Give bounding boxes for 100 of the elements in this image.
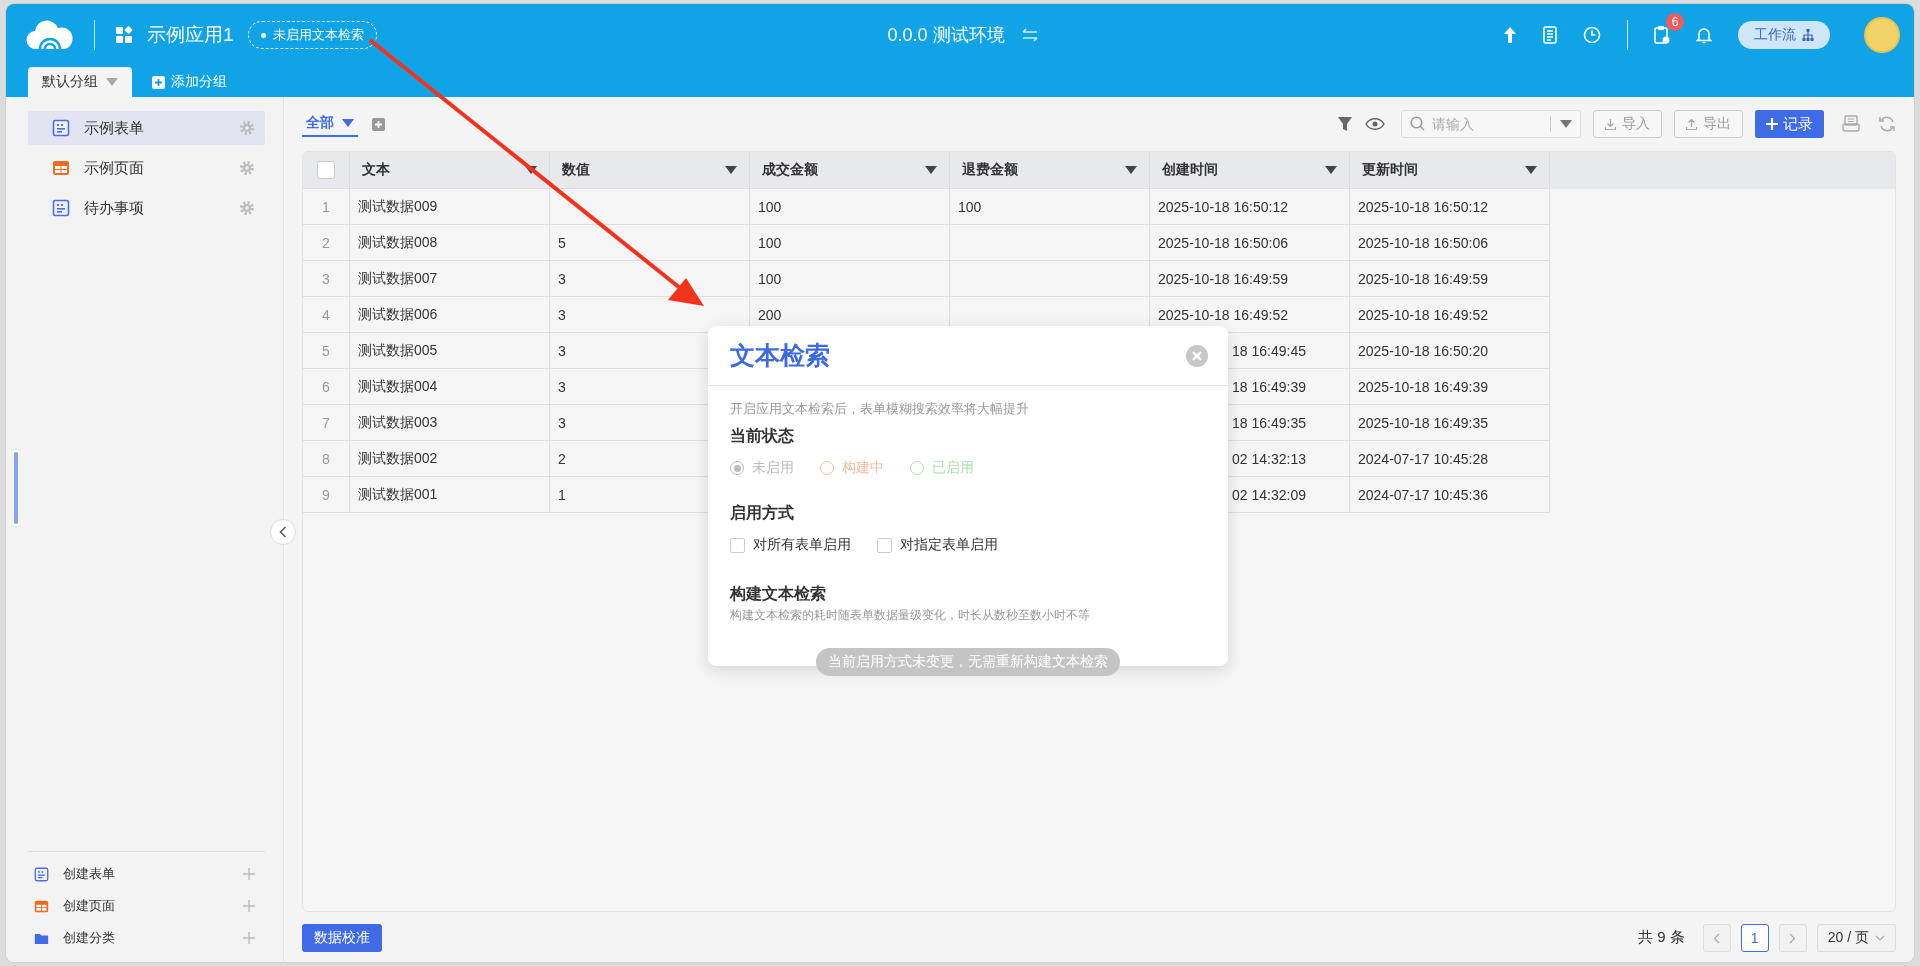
- build-note: 构建文本检索的耗时随表单数据量级变化，时长从数秒至数小时不等: [730, 607, 1091, 624]
- app-grid-icon: [115, 26, 133, 44]
- table-cell: 2025-10-18 16:49:59: [1350, 261, 1550, 297]
- upload-icon: [1686, 118, 1697, 130]
- caret-down-icon[interactable]: [1560, 120, 1572, 128]
- table-cell: 测试数据009: [350, 189, 550, 225]
- refresh-icon[interactable]: [1878, 115, 1896, 133]
- caret-down-icon[interactable]: [725, 166, 737, 174]
- hierarchy-icon: [1802, 29, 1814, 41]
- sidebar-item[interactable]: 示例页面: [28, 151, 265, 185]
- settings-icon[interactable]: [239, 160, 255, 176]
- caret-down-icon[interactable]: [1325, 166, 1337, 174]
- plus-icon[interactable]: [243, 932, 255, 944]
- chevron-right-icon: [1789, 932, 1797, 944]
- plus-icon[interactable]: [243, 868, 255, 880]
- caret-down-icon[interactable]: [1125, 166, 1137, 174]
- search-field[interactable]: 请输入: [1401, 110, 1581, 138]
- app-name: 示例应用1: [147, 23, 234, 47]
- plus-icon[interactable]: [243, 900, 255, 912]
- settings-icon[interactable]: [239, 200, 255, 216]
- print-icon[interactable]: [1842, 115, 1860, 133]
- scrollbar-thumb: [14, 452, 18, 524]
- column-header[interactable]: 成交金额: [762, 161, 818, 179]
- form-icon: [34, 866, 49, 882]
- add-record-button[interactable]: 记录: [1755, 110, 1824, 138]
- create-item-link[interactable]: 创建页面: [63, 897, 229, 915]
- page-number-button[interactable]: 1: [1740, 924, 1769, 952]
- row-number: 1: [303, 189, 350, 225]
- create-item-link[interactable]: 创建分类: [63, 929, 229, 947]
- data-calibrate-button[interactable]: 数据校准: [302, 924, 382, 952]
- close-icon[interactable]: [1186, 344, 1208, 367]
- caret-down-icon[interactable]: [925, 166, 937, 174]
- table-cell: 测试数据008: [350, 225, 550, 261]
- collapse-sidebar-button[interactable]: [270, 519, 296, 545]
- mode-checkbox[interactable]: [730, 537, 745, 553]
- environment-title: 0.0.0 测试环境: [887, 24, 1005, 47]
- settings-icon[interactable]: [239, 120, 255, 136]
- table-cell: 测试数据002: [350, 441, 550, 477]
- clock-icon[interactable]: [1582, 26, 1601, 44]
- table-cell: 2025-10-18 16:50:06: [1150, 225, 1350, 261]
- table-cell: 测试数据007: [350, 261, 550, 297]
- avatar[interactable]: [1864, 17, 1900, 53]
- total-count: 共 9 条: [1638, 927, 1685, 947]
- caret-down-icon[interactable]: [525, 166, 537, 174]
- download-icon: [1605, 118, 1616, 130]
- sidebar-item[interactable]: 待办事项: [28, 191, 265, 225]
- table-cell: 2025-10-18 16:49:52: [1350, 297, 1550, 333]
- table-cell: 100: [950, 189, 1150, 225]
- add-view-icon[interactable]: [372, 117, 385, 131]
- column-header[interactable]: 退费金额: [962, 161, 1018, 179]
- table-cell: 100: [750, 189, 950, 225]
- mode-label: 对指定表单启用: [900, 536, 998, 554]
- table-cell: 测试数据004: [350, 369, 550, 405]
- row-number: 8: [303, 441, 350, 477]
- table-cell: 2025-10-18 16:50:06: [1350, 225, 1550, 261]
- workflow-button[interactable]: 工作流: [1738, 21, 1830, 49]
- filter-icon[interactable]: [1337, 116, 1353, 132]
- sidebar-item[interactable]: 示例表单: [28, 111, 265, 145]
- next-page-button[interactable]: [1778, 924, 1807, 952]
- page-size-select[interactable]: 20 / 页: [1816, 924, 1896, 952]
- status-label: 构建中: [842, 459, 884, 477]
- table-cell: 2025-10-18 16:50:12: [1150, 189, 1350, 225]
- eye-icon[interactable]: [1365, 116, 1385, 132]
- column-header[interactable]: 创建时间: [1162, 161, 1218, 179]
- table-cell: 2025-10-18 16:50:12: [1350, 189, 1550, 225]
- plus-icon: [1766, 118, 1778, 130]
- column-header[interactable]: 文本: [362, 161, 390, 179]
- table-cell: 测试数据001: [350, 477, 550, 513]
- plus-square-icon[interactable]: [152, 75, 165, 89]
- group-tab[interactable]: 默认分组: [28, 67, 132, 97]
- table-cell: 5: [550, 225, 750, 261]
- select-all-checkbox[interactable]: [317, 161, 335, 179]
- upload-arrow-icon[interactable]: [1502, 26, 1517, 44]
- column-header[interactable]: 数值: [562, 161, 590, 179]
- table-cell: 2024-07-17 10:45:36: [1350, 477, 1550, 513]
- cloud-logo-icon[interactable]: [26, 20, 74, 50]
- table-cell: 100: [750, 261, 950, 297]
- previous-page-button[interactable]: [1702, 924, 1731, 952]
- status-label: 已启用: [932, 459, 974, 477]
- clipboard-icon[interactable]: [1654, 25, 1670, 45]
- mode-checkbox[interactable]: [877, 537, 892, 553]
- row-number: 5: [303, 333, 350, 369]
- form-icon: [52, 199, 70, 217]
- notification-count-badge: 6: [1666, 13, 1684, 31]
- table-cell: 2025-10-18 16:49:39: [1350, 369, 1550, 405]
- document-icon[interactable]: [1542, 26, 1557, 44]
- switch-arrows-icon[interactable]: [1020, 28, 1039, 42]
- row-number: 2: [303, 225, 350, 261]
- table-cell: 2024-07-17 10:45:28: [1350, 441, 1550, 477]
- section-heading: 构建文本检索: [730, 584, 827, 604]
- form-icon: [52, 119, 70, 137]
- column-header[interactable]: 更新时间: [1362, 161, 1418, 179]
- view-tab[interactable]: 全部: [302, 111, 358, 137]
- chevron-left-icon: [279, 526, 287, 538]
- bell-icon[interactable]: [1696, 26, 1712, 44]
- create-item-link[interactable]: 创建表单: [63, 865, 229, 883]
- sidebar-item-label: 示例页面: [84, 158, 145, 178]
- chevron-down-icon: [1875, 935, 1885, 941]
- caret-down-icon[interactable]: [1525, 166, 1537, 174]
- table-cell: 2025-10-18 16:49:35: [1350, 405, 1550, 441]
